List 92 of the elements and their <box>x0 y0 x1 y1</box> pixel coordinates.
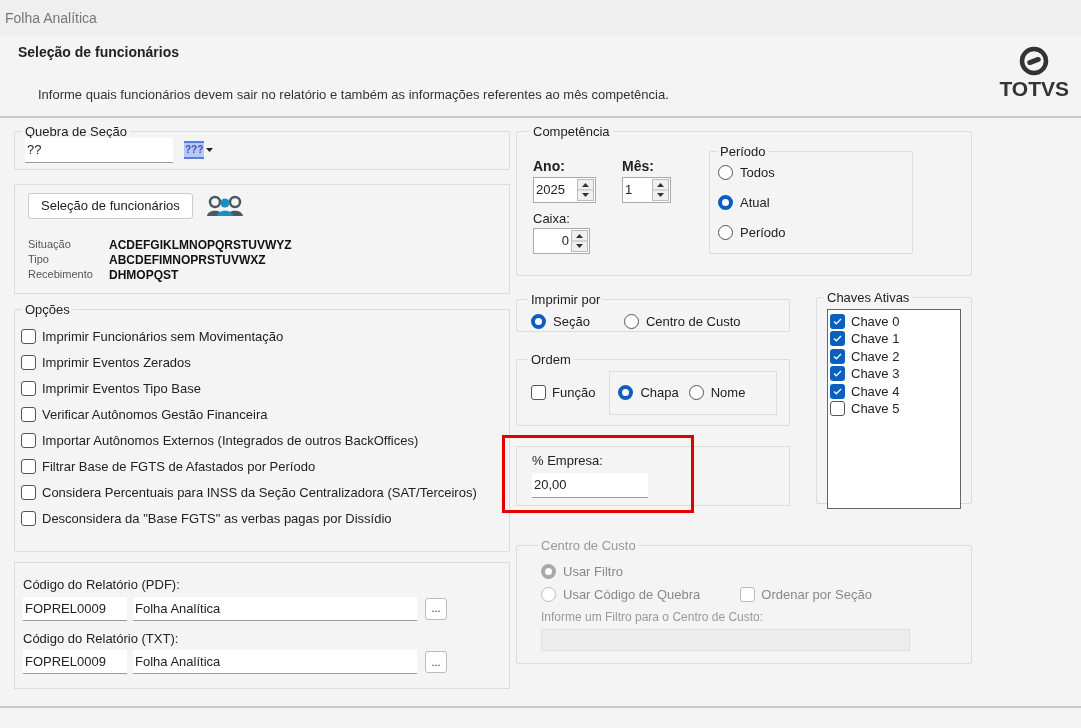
checkbox-label: Chave 3 <box>851 365 900 383</box>
checkbox-label: Considera Percentuais para INSS da Seção Centralizadora (SAT/Terceiros) <box>42 483 477 502</box>
section-break-field[interactable]: ?? <box>25 137 173 163</box>
spin-field[interactable]: 1 <box>622 176 671 203</box>
report-code-field[interactable]: FOPREL0009 <box>23 650 127 674</box>
checkbox-label: Imprimir Eventos Zerados <box>42 353 191 372</box>
checkbox[interactable] <box>830 331 845 347</box>
group-title: Centro de Custo <box>540 537 637 555</box>
radio-label: Nome <box>710 383 746 402</box>
filter-value: DHMOPQST <box>109 266 179 284</box>
report-name-field[interactable]: Folha Analítica <box>133 596 417 621</box>
checkbox-label: Imprimir Eventos Tipo Base <box>42 379 201 398</box>
checkbox-label: Chave 0 <box>851 312 900 331</box>
field-label: % Empresa: <box>532 452 604 470</box>
filter-label: Tipo <box>28 252 50 268</box>
section-description: Informe quais funcionários devem sair no relatório e também as informações referentes ao mês competência. <box>37 86 669 104</box>
browse-button[interactable]: ... <box>425 651 447 673</box>
filter-label: Recebimento <box>28 267 94 283</box>
filter-value: ABCDEFIMNOPRSTUVWXZ <box>109 252 266 269</box>
checkbox[interactable] <box>830 313 845 329</box>
check-icon <box>832 333 843 345</box>
checkbox[interactable] <box>21 329 36 344</box>
radio-button[interactable] <box>688 385 704 400</box>
group-title: Ordem <box>530 351 572 369</box>
field-label: Código do Relatório (PDF): <box>23 576 181 594</box>
checkbox[interactable] <box>830 348 845 364</box>
spinner-icon[interactable] <box>577 178 594 201</box>
checkbox-label: Chave 2 <box>851 347 900 366</box>
people-icon <box>205 194 244 218</box>
radio-button[interactable] <box>531 313 546 329</box>
checkbox[interactable] <box>531 385 546 400</box>
radio-button[interactable] <box>618 385 634 400</box>
checkbox-label: Filtrar Base de FGTS de Afastados por Período <box>42 457 316 476</box>
checkbox-label: Chave 4 <box>851 382 900 401</box>
checkbox-label: Chave 1 <box>851 330 900 348</box>
radio-label: Atual <box>740 193 770 212</box>
checkbox[interactable] <box>21 433 36 448</box>
radio-button[interactable] <box>718 195 733 210</box>
checkbox[interactable] <box>830 401 845 417</box>
field-label: Mês: <box>622 156 655 176</box>
checkbox[interactable] <box>21 485 36 500</box>
radio-label: Usar Filtro <box>563 562 623 581</box>
radio-label: Centro de Custo <box>645 312 741 331</box>
radio-button[interactable] <box>623 313 639 329</box>
radio-label: Chapa <box>640 383 679 402</box>
checkbox[interactable] <box>21 407 36 422</box>
radio-label: Seção <box>553 312 590 331</box>
checkbox-label: Imprimir Funcionários sem Movimentação <box>42 327 284 346</box>
picker-button[interactable]: ??? <box>182 138 216 162</box>
checkbox-label: Importar Autônomos Externos (Integrados de outros BackOffices) <box>42 431 419 450</box>
checkbox[interactable] <box>21 381 36 396</box>
logo-text: TOTVS <box>999 78 1069 99</box>
company-percent-field[interactable]: 20,00 <box>532 472 648 498</box>
radio-button[interactable] <box>718 165 733 180</box>
checkbox[interactable] <box>830 366 845 382</box>
field-label: Ano: <box>533 156 566 176</box>
filter-value: ACDEFGIKLMNOPQRSTUVWYZ <box>109 236 292 254</box>
field-label: Caixa: <box>533 209 571 228</box>
employee-selection-button[interactable]: Seleção de funcionários <box>28 193 193 219</box>
check-icon <box>832 368 843 380</box>
checkbox[interactable] <box>21 511 36 526</box>
browse-button[interactable]: ... <box>425 597 447 620</box>
group-title: Opções <box>24 301 71 319</box>
radio-label: Usar Código de Quebra <box>563 585 701 604</box>
checkbox-label: Desconsidera da "Base FGTS" as verbas pagas por Dissídio <box>42 509 392 528</box>
report-code-field[interactable]: FOPREL0009 <box>23 596 127 621</box>
spin-field[interactable]: 2025 <box>533 176 596 203</box>
checkbox-label: Verificar Autônomos Gestão Financeira <box>42 405 268 424</box>
spinner-icon[interactable] <box>571 230 588 252</box>
checkbox-label: Ordenar por Seção <box>761 585 872 604</box>
field-label: Código do Relatório (TXT): <box>23 629 180 648</box>
radio-label: Período <box>740 223 786 242</box>
section-title: Seleção de funcionários <box>18 43 181 62</box>
field-label: Informe um Filtro para o Centro de Custo: <box>541 608 765 626</box>
report-name-field[interactable]: Folha Analítica <box>133 650 417 674</box>
checkbox-label: Função <box>552 383 596 402</box>
radio-button[interactable] <box>718 225 733 240</box>
group-title: Chaves Ativas <box>826 289 911 307</box>
checkbox-label: Chave 5 <box>851 400 900 418</box>
checkbox[interactable] <box>21 459 36 474</box>
spin-field[interactable]: 0 <box>533 228 590 254</box>
caret-icon <box>206 148 214 152</box>
group-title: Período <box>719 142 767 161</box>
filter-label: Situação <box>28 237 72 253</box>
spinner-icon[interactable] <box>652 178 669 201</box>
radio-label: Todos <box>740 163 775 182</box>
window-title: Folha Analítica <box>5 8 97 28</box>
group-title: Imprimir por <box>530 291 602 309</box>
checkbox[interactable] <box>21 355 36 370</box>
group-title: Competência <box>532 123 611 141</box>
logo-icon <box>1019 46 1050 76</box>
checkbox[interactable] <box>830 383 845 399</box>
